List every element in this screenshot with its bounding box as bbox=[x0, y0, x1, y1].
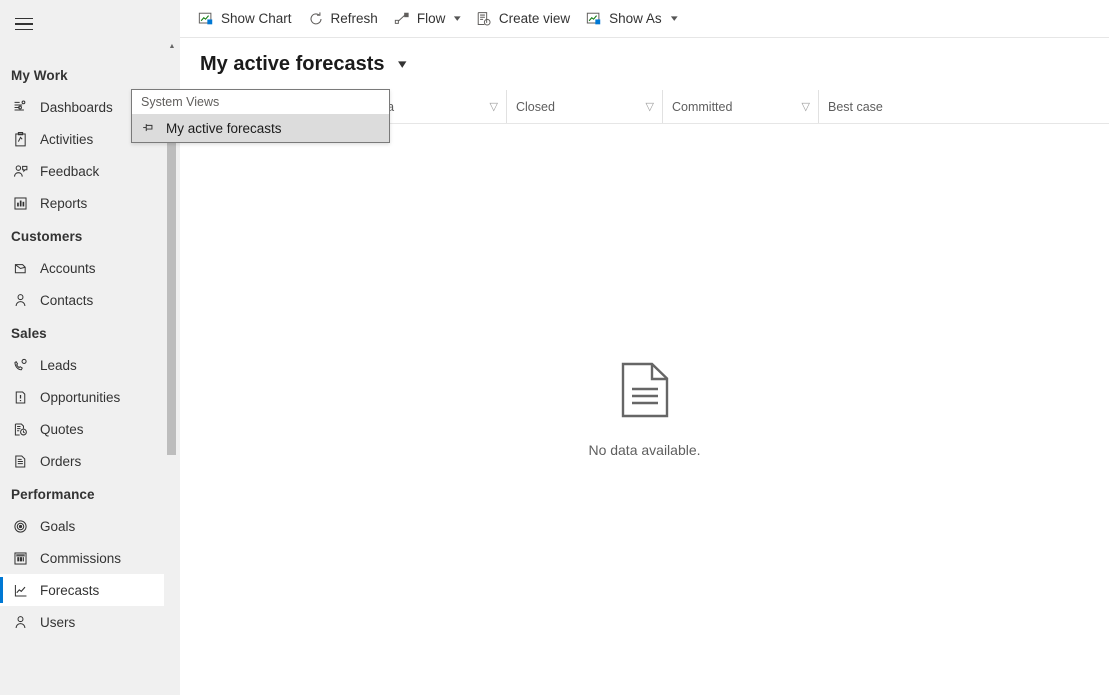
accounts-icon bbox=[8, 258, 32, 278]
sidebar-item-feedback[interactable]: Feedback bbox=[0, 155, 180, 187]
sidebar-item-quotes[interactable]: Quotes bbox=[0, 413, 180, 445]
column-header-label: Committed bbox=[672, 99, 733, 114]
sidebar-item-label: Orders bbox=[40, 453, 82, 469]
pin-icon bbox=[141, 121, 155, 135]
chevron-down-icon[interactable]: ▾ bbox=[671, 13, 678, 24]
command-bar: Show Chart Refresh Flow ▾ Create view Sh… bbox=[180, 0, 1109, 38]
page-title: My active forecasts bbox=[200, 52, 385, 75]
sidebar-item-label: Users bbox=[40, 614, 76, 630]
no-data-document-icon bbox=[619, 361, 671, 424]
command-label: Show As bbox=[609, 11, 662, 26]
filter-funnel-icon[interactable]: ▽ bbox=[490, 100, 498, 113]
view-selector-item-my-active-forecasts[interactable]: My active forecasts bbox=[132, 114, 389, 142]
refresh-button[interactable]: Refresh bbox=[300, 0, 386, 38]
grid-empty-state: No data available. bbox=[180, 124, 1109, 695]
contacts-icon bbox=[8, 290, 32, 310]
chevron-down-icon[interactable]: ▾ bbox=[454, 13, 461, 24]
view-selector-item-label: My active forecasts bbox=[166, 120, 282, 136]
sidebar-item-label: Contacts bbox=[40, 292, 94, 308]
opportunities-icon bbox=[8, 387, 32, 407]
quotes-icon bbox=[8, 419, 32, 439]
command-label: Show Chart bbox=[221, 11, 292, 26]
column-header-label: Best case bbox=[828, 99, 883, 114]
command-label: Create view bbox=[498, 11, 571, 26]
sidebar-group-title-sales: Sales bbox=[11, 326, 47, 341]
goals-icon bbox=[8, 516, 32, 536]
create-view-button[interactable]: Create view bbox=[468, 0, 578, 38]
sidebar-item-label: Accounts bbox=[40, 260, 96, 276]
app-root: My Work Dashboards Activities Feedback R… bbox=[0, 0, 1109, 695]
filter-funnel-icon[interactable]: ▽ bbox=[646, 100, 654, 113]
filter-funnel-icon[interactable]: ▽ bbox=[802, 100, 810, 113]
sidebar-item-label: Reports bbox=[40, 195, 88, 211]
sidebar-item-orders[interactable]: Orders bbox=[0, 445, 180, 477]
sidebar-item-label: Feedback bbox=[40, 163, 100, 179]
sidebar-item-forecasts[interactable]: Forecasts bbox=[0, 574, 180, 606]
sidebar-item-label: Forecasts bbox=[40, 582, 100, 598]
leads-icon bbox=[8, 355, 32, 375]
command-label: Refresh bbox=[330, 11, 378, 26]
chevron-down-icon[interactable]: ▾ bbox=[398, 56, 406, 72]
sidebar-item-users[interactable]: Users bbox=[0, 606, 180, 638]
hamburger-line bbox=[15, 17, 33, 20]
flow-icon bbox=[394, 11, 410, 27]
hamburger-menu-icon[interactable] bbox=[8, 8, 40, 40]
sidebar-item-label: Commissions bbox=[40, 550, 122, 566]
sidebar-item-label: Dashboards bbox=[40, 99, 113, 115]
sidebar-group-title-performance: Performance bbox=[11, 487, 95, 502]
feedback-icon bbox=[8, 161, 32, 181]
sidebar-item-label: Opportunities bbox=[40, 389, 121, 405]
dashboards-icon bbox=[8, 97, 32, 117]
reports-icon bbox=[8, 193, 32, 213]
hamburger-line bbox=[15, 23, 33, 25]
sidebar-group-title-customers: Customers bbox=[11, 229, 83, 244]
sidebar-item-label: Quotes bbox=[40, 421, 84, 437]
column-header-committed[interactable]: Committed ▽ bbox=[662, 90, 818, 123]
column-header-best-case[interactable]: Best case bbox=[818, 90, 948, 123]
sidebar-item-contacts[interactable]: Contacts bbox=[0, 284, 180, 316]
show-as-icon bbox=[586, 11, 602, 27]
show-as-button[interactable]: Show As ▾ bbox=[578, 0, 684, 38]
forecasts-icon bbox=[8, 580, 32, 600]
users-icon bbox=[8, 612, 32, 632]
sidebar-item-reports[interactable]: Reports bbox=[0, 187, 180, 219]
refresh-icon bbox=[308, 11, 324, 27]
scroll-up-arrow-icon[interactable]: ▲ bbox=[164, 38, 180, 54]
hamburger-line bbox=[15, 28, 33, 31]
orders-icon bbox=[8, 451, 32, 471]
flow-button[interactable]: Flow ▾ bbox=[386, 0, 468, 38]
view-selector-flyout: System Views My active forecasts bbox=[131, 89, 390, 143]
command-label: Flow bbox=[416, 11, 446, 26]
activities-icon bbox=[8, 129, 32, 149]
sidebar-item-label: Leads bbox=[40, 357, 77, 373]
sidebar-item-accounts[interactable]: Accounts bbox=[0, 252, 180, 284]
sidebar-group-title-my-work: My Work bbox=[11, 68, 68, 83]
show-chart-button[interactable]: Show Chart bbox=[190, 0, 300, 38]
empty-state-message: No data available. bbox=[588, 442, 701, 458]
sidebar-item-commissions[interactable]: Commissions bbox=[0, 542, 180, 574]
sidebar-item-label: Activities bbox=[40, 131, 94, 147]
commissions-icon bbox=[8, 548, 32, 568]
view-header: My active forecasts ▾ bbox=[180, 38, 1109, 90]
sidebar-item-leads[interactable]: Leads bbox=[0, 349, 180, 381]
create-view-icon bbox=[476, 11, 492, 27]
view-selector-group-header: System Views bbox=[132, 90, 389, 114]
column-header-closed[interactable]: Closed ▽ bbox=[506, 90, 662, 123]
sidebar-item-label: Goals bbox=[40, 518, 76, 534]
sidebar-item-goals[interactable]: Goals bbox=[0, 510, 180, 542]
sidebar-scrollbar-thumb[interactable] bbox=[167, 140, 176, 455]
show-chart-icon bbox=[198, 11, 214, 27]
column-header-label: Closed bbox=[516, 99, 555, 114]
sidebar-item-opportunities[interactable]: Opportunities bbox=[0, 381, 180, 413]
